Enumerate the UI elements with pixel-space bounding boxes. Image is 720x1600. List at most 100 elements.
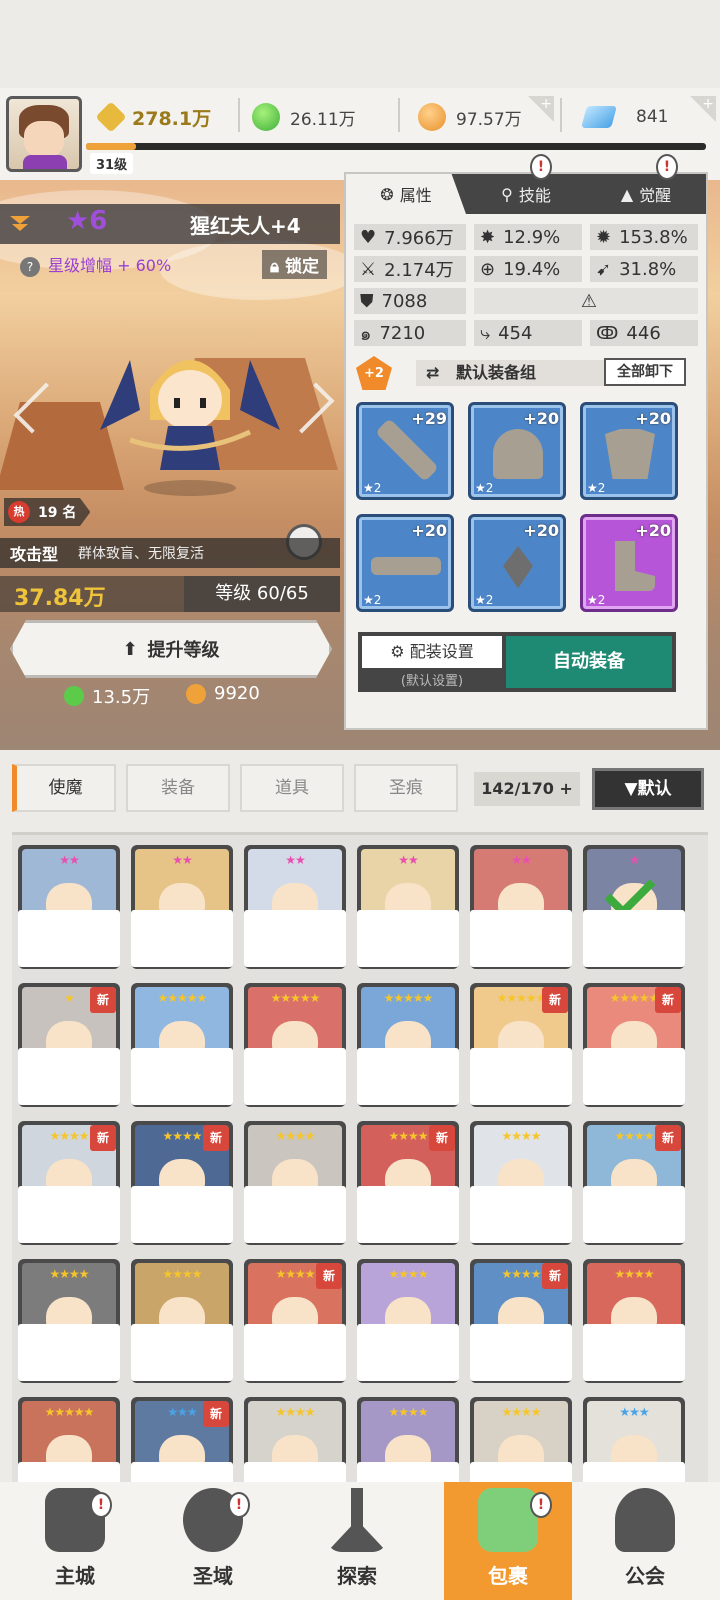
help-icon[interactable]: ? (20, 257, 40, 277)
panel-tabs: ❂ 属性 ⚲ 技能 ▲ 觉醒 (346, 174, 706, 214)
level-progress-bar (86, 143, 706, 150)
gold-coin-icon (186, 683, 206, 704)
familiar-card[interactable]: ★★+561级 (470, 845, 572, 969)
backpack-icon (478, 1488, 538, 1552)
nav-explore[interactable]: 探索 (302, 1482, 412, 1600)
add-coin-button[interactable]: + (528, 96, 554, 122)
equip-slot-belt[interactable]: +20 ★2 (356, 514, 454, 612)
tab-stigmata[interactable]: 圣痕 (354, 764, 458, 812)
new-badge: 新 (90, 987, 116, 1013)
add-crystal-button[interactable]: + (690, 96, 716, 122)
awaken-alert-icon: ! (656, 154, 678, 180)
familiar-level: 1级 (131, 1324, 233, 1381)
familiar-level: 1级 (244, 1324, 346, 1381)
new-badge: 新 (542, 987, 568, 1013)
familiar-card[interactable]: ★★★★ 新 1级 (583, 1121, 685, 1245)
new-badge: 新 (655, 1125, 681, 1151)
familiar-card[interactable]: ★★★★★ 新 1级 (583, 983, 685, 1107)
gem-display[interactable]: 26.11万 (252, 100, 356, 134)
familiar-level: 1级 (244, 1186, 346, 1243)
nav-sanctuary[interactable]: ! 圣域 (158, 1482, 268, 1600)
stat-speed: ➹ 31.8% (590, 256, 698, 282)
tab-equipment[interactable]: 装备 (126, 764, 230, 812)
equip-slot-boots[interactable]: +20 ★2 (580, 514, 678, 612)
loadout-settings-button[interactable]: ⚙ 配装设置 (362, 636, 502, 668)
equip-slot-weapon[interactable]: +29 ★2 (356, 402, 454, 500)
hero-rank[interactable]: 热 19 名 (4, 498, 91, 526)
tab-attributes[interactable]: ❂ 属性 (346, 174, 466, 214)
familiar-card[interactable]: ★★★★★ 1级 (131, 983, 233, 1107)
new-badge: 新 (655, 987, 681, 1013)
familiar-card[interactable]: ★ 新 1级 (18, 983, 120, 1107)
familiar-card[interactable]: ★★+667级 (131, 845, 233, 969)
familiar-card[interactable]: ★★★★ 新 1级 (357, 1121, 459, 1245)
familiar-card[interactable]: ★★★★ 1级 (357, 1259, 459, 1383)
familiar-card[interactable]: ★★★★★ 新 1级 (470, 983, 572, 1107)
coin-display[interactable]: 97.57万 (418, 100, 522, 134)
tab-items[interactable]: 道具 (240, 764, 344, 812)
familiar-card[interactable]: ★★★★★ 1级 (244, 983, 346, 1107)
familiar-card[interactable]: ★★★★ 新 1级 (470, 1259, 572, 1383)
familiar-grid: ★★+869级★★+667级★★+765级★★+762级★★+561级★+460… (12, 832, 708, 1521)
swap-icon: ⇄ (426, 363, 440, 382)
familiar-stars: ★★★★ (388, 1405, 428, 1419)
arrow-up-icon: ⬆ (122, 638, 138, 660)
stat-res: ๑ 7210 (354, 320, 466, 346)
familiar-card[interactable]: ★★★★★ 1级 (357, 983, 459, 1107)
familiar-card[interactable]: ★★★★ 1级 (18, 1259, 120, 1383)
familiar-card[interactable]: ★★★★ 1级 (470, 1121, 572, 1245)
star-boost[interactable]: ? 星级增幅 + 60% (20, 252, 171, 277)
alert-icon: ! (530, 1492, 552, 1518)
familiar-card[interactable]: ★★★★ 新 1级 (18, 1121, 120, 1245)
familiar-count[interactable]: 142/170 + (474, 772, 580, 806)
lock-button[interactable]: 🔒︎ 锁定 (262, 250, 327, 279)
equip-slot-necklace[interactable]: +20 ★2 (468, 514, 566, 612)
pierce-icon: ⤷ (480, 322, 491, 344)
equip-slot-helmet[interactable]: +20 ★2 (468, 402, 566, 500)
familiar-card[interactable]: ★★+765级 (244, 845, 346, 969)
familiar-card[interactable]: ★★★★ 1级 (131, 1259, 233, 1383)
rank-chevron-icon (10, 216, 30, 231)
crystal-display[interactable]: 841 (581, 100, 668, 134)
familiar-stars: ★★ (511, 853, 532, 867)
auto-equip-button[interactable]: 自动装备 (506, 636, 672, 688)
familiar-card[interactable]: ★+460级 (583, 845, 685, 969)
heart-icon: ♥ (360, 226, 377, 248)
familiar-level: 61级 (470, 910, 572, 967)
familiar-card[interactable]: ★★+869级 (18, 845, 120, 969)
nav-main-city[interactable]: ! 主城 (20, 1482, 130, 1600)
unequip-all-button[interactable]: 全部卸下 (604, 358, 686, 386)
familiar-card[interactable]: ★★★★ 新 1级 (244, 1259, 346, 1383)
nav-backpack[interactable]: ! 包裹 (444, 1482, 572, 1600)
familiar-level: 65级 (244, 910, 346, 967)
familiar-card[interactable]: ★★★★ 新 1级 (131, 1121, 233, 1245)
familiar-stars: ★★★★ (275, 1405, 315, 1419)
familiar-card[interactable]: ★★+762级 (357, 845, 459, 969)
familiar-card[interactable]: ★★★★ 1级 (583, 1259, 685, 1383)
stat-pen: ⤷ 454 (474, 320, 582, 346)
familiar-level: 1级 (470, 1186, 572, 1243)
upgrade-level-button[interactable]: ⬆ 提升等级 (10, 620, 332, 678)
sort-dropdown[interactable]: ▼默认 (592, 768, 704, 810)
familiar-stars: ★★★ (619, 1405, 649, 1419)
familiar-stars: ★★★★ (162, 1267, 202, 1281)
equip-slot-armor[interactable]: +20 ★2 (580, 402, 678, 500)
new-badge: 新 (542, 1263, 568, 1289)
tab-skills[interactable]: ⚲ 技能 (466, 174, 586, 214)
familiar-stars: ★★★★★ (383, 991, 434, 1005)
boots-icon (615, 541, 655, 591)
familiar-level: 1级 (470, 1324, 572, 1381)
upgrade-cost-gem: 13.5万 (64, 683, 150, 709)
nav-guild[interactable]: 公会 (590, 1482, 700, 1600)
alert-icon: ! (228, 1492, 250, 1518)
expand-plus-icon[interactable]: + (559, 779, 572, 798)
equip-bonus-badge[interactable]: +2 (356, 356, 392, 390)
tab-awaken[interactable]: ▲ 觉醒 (586, 174, 706, 214)
familiar-card[interactable]: ★★★★ 1级 (244, 1121, 346, 1245)
familiar-level: 67级 (131, 910, 233, 967)
familiar-stars: ★★ (398, 853, 419, 867)
player-avatar[interactable] (6, 96, 82, 172)
sunburst-icon: ✹ (596, 226, 612, 248)
tab-familiars[interactable]: 使魔 (12, 764, 116, 812)
equip-set-name[interactable]: ⇄ 默认装备组 (416, 360, 636, 386)
